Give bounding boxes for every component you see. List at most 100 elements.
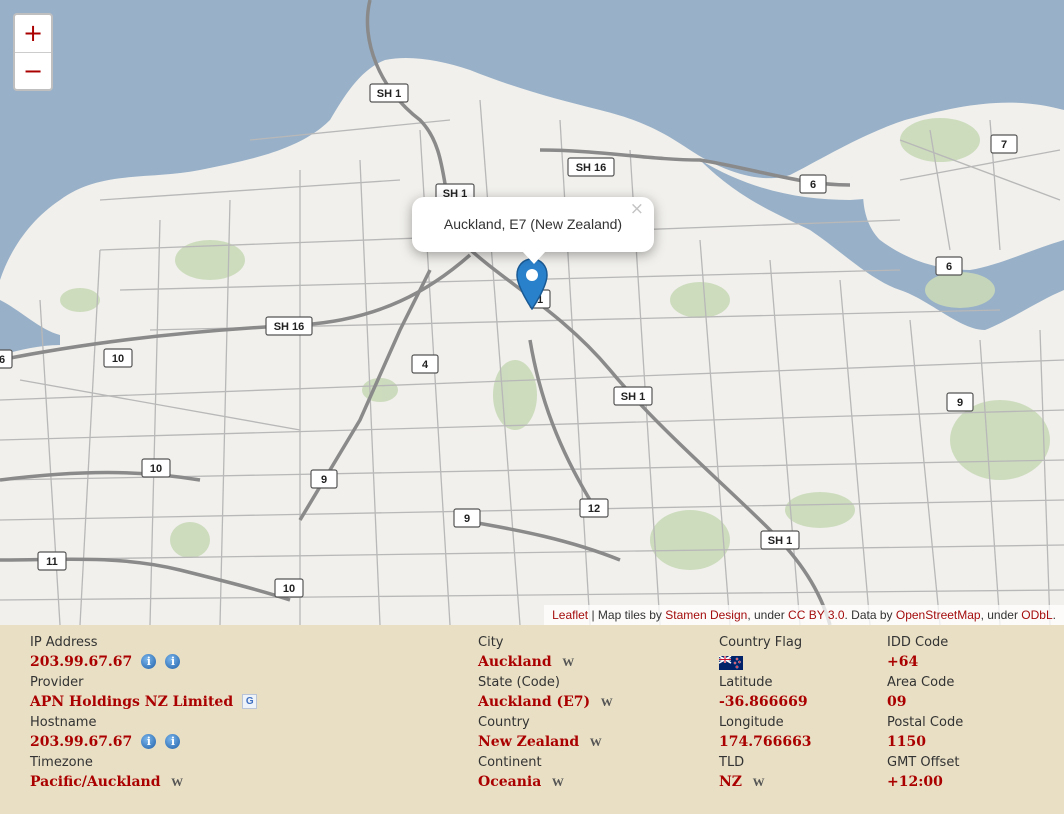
svg-text:6: 6: [810, 179, 816, 191]
info-column-1: IP Address 203.99.67.67 i i Provider APN…: [30, 635, 258, 795]
idd-value: +64: [887, 653, 919, 670]
city-label: City: [478, 635, 504, 650]
svg-text:12: 12: [588, 503, 600, 515]
svg-text:9: 9: [464, 513, 470, 525]
zoom-out-button[interactable]: −: [15, 53, 51, 90]
idd-field: IDD Code +64: [887, 635, 963, 675]
zoom-in-button[interactable]: +: [15, 15, 51, 53]
info-column-4: IDD Code +64 Area Code 09 Postal Code 11…: [887, 635, 963, 795]
zoom-control: + −: [13, 13, 53, 91]
postal-code-value: 1150: [887, 733, 926, 750]
svg-text:6: 6: [946, 261, 952, 273]
svg-text:SH 16: SH 16: [576, 162, 607, 174]
longitude-value: 174.766663: [719, 733, 812, 750]
info-column-3: Country Flag Latitude -36.866669 Longitu…: [718, 635, 812, 795]
country-field: Country New Zealand W: [478, 715, 614, 755]
popup-tip: [522, 251, 546, 264]
gmt-offset-value: +12:00: [887, 773, 943, 790]
svg-text:SH 1: SH 1: [377, 88, 401, 100]
popup-text: Auckland, E7 (New Zealand): [443, 216, 623, 232]
ip-info-panel: IP Address 203.99.67.67 i i Provider APN…: [0, 625, 1064, 814]
country-value: New Zealand: [478, 733, 580, 750]
nz-flag-icon: [718, 654, 743, 670]
provider-value: APN Holdings NZ Limited: [30, 693, 234, 710]
info-icon[interactable]: i: [165, 734, 181, 749]
state-value: Auckland (E7): [478, 693, 591, 710]
map-view[interactable]: SH 1 SH 1 SH 1 SH 1 SH 16 SH 16 6 6 6 7 …: [0, 0, 1064, 625]
tld-value: NZ: [719, 773, 743, 790]
continent-field: Continent Oceania W: [478, 755, 614, 795]
info-column-2: City Auckland W State (Code) Auckland (E…: [478, 635, 614, 795]
gmt-offset-label: GMT Offset: [887, 755, 960, 770]
country-label: Country: [478, 715, 530, 730]
svg-text:4: 4: [422, 359, 429, 371]
latitude-field: Latitude -36.866669: [719, 675, 812, 715]
wiki-icon[interactable]: W: [599, 695, 614, 709]
provider-label: Provider: [30, 675, 84, 690]
provider-field: Provider APN Holdings NZ Limited G: [30, 675, 258, 715]
wiki-icon[interactable]: W: [751, 775, 766, 789]
hostname-field: Hostname 203.99.67.67 i i: [30, 715, 257, 755]
svg-text:SH 16: SH 16: [274, 321, 305, 333]
continent-label: Continent: [478, 755, 542, 770]
longitude-field: Longitude 174.766663: [719, 715, 812, 755]
svg-text:7: 7: [1001, 139, 1007, 151]
svg-text:SH 1: SH 1: [768, 535, 792, 547]
wiki-icon[interactable]: W: [561, 655, 576, 669]
timezone-value: Pacific/Auckland: [30, 773, 161, 790]
longitude-label: Longitude: [719, 715, 784, 730]
svg-text:SH 1: SH 1: [621, 391, 645, 403]
ip-value: 203.99.67.67: [30, 653, 133, 670]
timezone-label: Timezone: [30, 755, 93, 770]
stamen-link[interactable]: Stamen Design: [665, 608, 747, 622]
svg-text:9: 9: [957, 397, 963, 409]
leaflet-link[interactable]: Leaflet: [552, 608, 588, 622]
hostname-label: Hostname: [30, 715, 97, 730]
ccby-link[interactable]: CC BY 3.0: [788, 608, 844, 622]
google-icon[interactable]: G: [242, 694, 258, 709]
svg-text:9: 9: [321, 474, 327, 486]
odbl-link[interactable]: ODbL: [1021, 608, 1052, 622]
svg-text:10: 10: [283, 583, 295, 595]
area-code-value: 09: [887, 693, 907, 710]
area-code-label: Area Code: [887, 675, 955, 690]
tld-label: TLD: [719, 755, 745, 770]
tld-field: TLD NZ W: [719, 755, 812, 795]
wiki-icon[interactable]: W: [170, 775, 185, 789]
city-value: Auckland: [478, 653, 552, 670]
attrib-text-4: , under: [980, 608, 1022, 622]
attrib-text-5: .: [1052, 608, 1056, 622]
map-attribution: Leaflet | Map tiles by Stamen Design, un…: [544, 605, 1064, 625]
timezone-field: Timezone Pacific/Auckland W: [30, 755, 257, 795]
postal-code-label: Postal Code: [887, 715, 964, 730]
city-field: City Auckland W: [478, 635, 614, 675]
info-icon[interactable]: i: [141, 734, 157, 749]
postal-code-field: Postal Code 1150: [887, 715, 963, 755]
attrib-text-2: , under: [747, 608, 789, 622]
wiki-icon[interactable]: W: [588, 735, 603, 749]
osm-link[interactable]: OpenStreetMap: [896, 608, 981, 622]
svg-text:10: 10: [112, 353, 124, 365]
latitude-label: Latitude: [719, 675, 773, 690]
flag-field: Country Flag: [718, 635, 812, 675]
map-tiles: SH 1 SH 1 SH 1 SH 1 SH 16 SH 16 6 6 6 7 …: [0, 0, 1064, 625]
svg-text:11: 11: [46, 556, 58, 568]
location-popup: × Auckland, E7 (New Zealand): [412, 197, 654, 264]
gmt-offset-field: GMT Offset +12:00: [887, 755, 963, 795]
flag-label: Country Flag: [719, 635, 803, 650]
idd-label: IDD Code: [887, 635, 949, 650]
latitude-value: -36.866669: [719, 693, 808, 710]
state-field: State (Code) Auckland (E7) W: [478, 675, 614, 715]
wiki-icon[interactable]: W: [550, 775, 565, 789]
hostname-value: 203.99.67.67: [30, 733, 133, 750]
svg-text:10: 10: [150, 463, 162, 475]
ip-field: IP Address 203.99.67.67 i i: [30, 635, 257, 675]
area-code-field: Area Code 09: [887, 675, 963, 715]
attrib-text-3: . Data by: [844, 608, 896, 622]
info-icon[interactable]: i: [141, 654, 157, 669]
info-icon[interactable]: i: [165, 654, 181, 669]
svg-text:6: 6: [0, 354, 5, 366]
state-label: State (Code): [478, 675, 560, 690]
continent-value: Oceania: [478, 773, 542, 790]
ip-label: IP Address: [30, 635, 98, 650]
